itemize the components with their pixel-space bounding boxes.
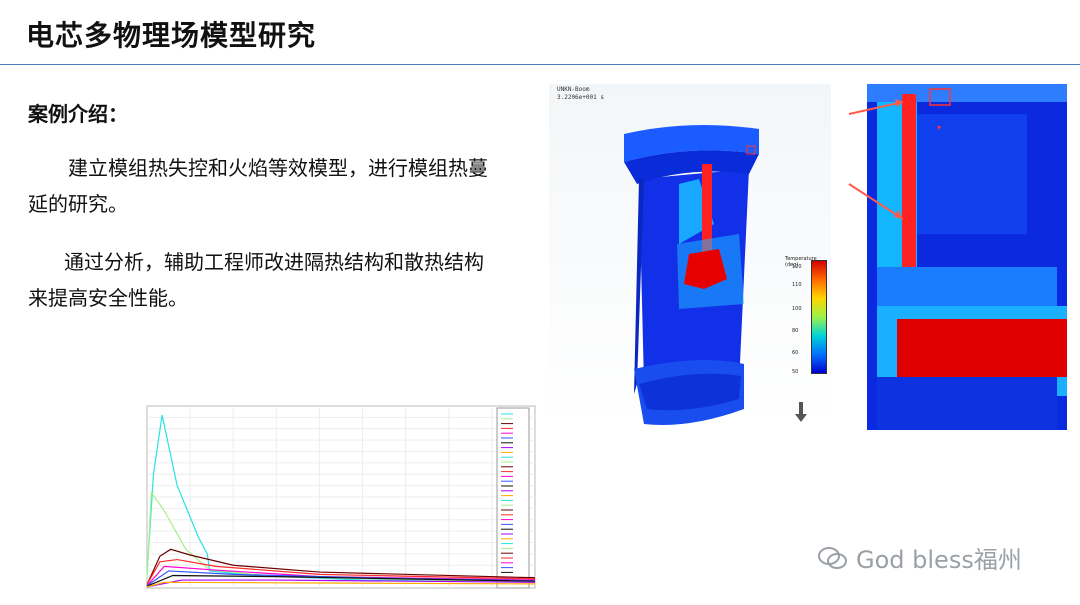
legend-tick-5: 60 (792, 350, 799, 356)
title-divider (0, 64, 1080, 65)
legend-tick-6: 50 (792, 369, 799, 375)
simulation-3d-view: UNKN-Boom 3.2206e+001 s Temperature (deg… (549, 84, 831, 430)
slide-title: 电芯多物理场模型研究 (26, 19, 317, 52)
legend-tick-1: 120 (792, 264, 802, 270)
legend-tick-4: 80 (792, 328, 799, 334)
watermark-text: God bless福州 (856, 546, 1022, 574)
series-line-9 (146, 581, 536, 588)
temperature-curve-chart (137, 400, 545, 600)
module-section-render (837, 84, 1080, 430)
paragraph-1: 建立模组热失控和火焰等效模型，进行模组热蔓延的研究。 (28, 156, 488, 216)
chart-svg (146, 405, 536, 589)
paragraph-2: 通过分析，辅助工程师改进隔热结构和散热结构来提高安全性能。 (28, 250, 484, 310)
legend-tick-2: 110 (792, 282, 802, 288)
watermark: God bless福州 (818, 540, 1022, 575)
case-intro-heading: 案例介绍： (28, 102, 128, 126)
thermal-simulation-image: UNKN-Boom 3.2206e+001 s Temperature (deg… (549, 84, 1080, 430)
chart-legend-box (496, 407, 530, 589)
temperature-legend-bar (811, 260, 827, 374)
legend-tick-3: 100 (792, 306, 802, 312)
simulation-section-view (837, 84, 1080, 430)
wechat-icon (818, 546, 847, 569)
